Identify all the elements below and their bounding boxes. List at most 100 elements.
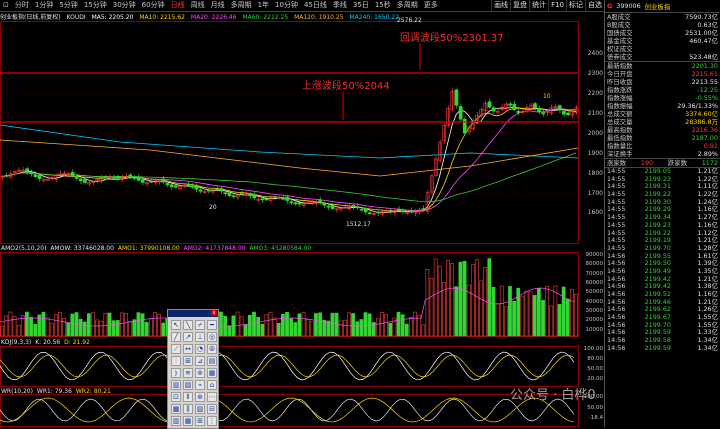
drawing-toolbox[interactable]: x ↖ ╲ ⌿ ━ ╱ ↗ ⊥ ◎ ⟋ ↔ ◔ ⦾ ⫶ ⊞ ⊿ ▤ ⦆ ≋ ⊚ ▦ ▥ ▧ ⌁ ⌂ ⊡ ⫴ ⊛ ⋯ ▩ ⫼ ▨ ⊟ ▥ ▦ ⊞ ⋮	[167, 309, 219, 429]
draw-tool-button[interactable]: ⌿	[195, 320, 205, 330]
candle-body	[116, 175, 120, 179]
volume-bar	[153, 312, 157, 337]
quote-row: 基金成交 460.47亿	[607, 37, 718, 45]
price-tick: 1800	[587, 170, 603, 177]
draw-tool-button[interactable]: ⋯	[207, 392, 217, 402]
quote-row: 指数涨跌 -12.25	[607, 86, 718, 94]
candle-body	[400, 210, 405, 212]
volume-bar	[285, 312, 289, 337]
volume-bar	[495, 303, 500, 337]
quote-row: 最低指数 2187.00	[607, 134, 718, 142]
candle-body	[190, 185, 195, 188]
volume-bar	[243, 324, 248, 337]
draw-tool-button[interactable]: ⌁	[195, 380, 205, 390]
tick-list[interactable]: 14:55 2199.05 1.21亿 14:55 2199.23 1.22亿 14:55 2…	[605, 167, 720, 353]
volume-bar	[248, 314, 252, 337]
price-tick: 1600	[587, 209, 603, 216]
quote-panel: G 399006 创业板指 A股成交 7590.73亿 B股成交 0.63亿 国债成交 2…	[604, 0, 720, 427]
draw-tool-button[interactable]: ▩	[171, 404, 181, 414]
axis-tick: 50.00	[587, 404, 603, 411]
draw-tool-button[interactable]: ▦	[207, 368, 217, 378]
draw-tool-button[interactable]: ⟋	[171, 344, 181, 354]
quote-row: 指数涨幅 -0.55%	[607, 94, 718, 102]
candle-body	[272, 196, 277, 198]
price-axis: 2400 2300 2200 2100 2000 1900 1800 1700 1600	[581, 12, 603, 244]
advance-decline-row: 涨家数 190 跌家数 1172	[607, 159, 718, 167]
volume-bar	[264, 314, 269, 337]
volume-bar	[400, 314, 405, 337]
volume-bar	[136, 312, 141, 337]
draw-tool-button[interactable]: ╱	[171, 332, 181, 342]
candle-body	[37, 174, 42, 180]
volume-bar	[281, 313, 285, 337]
draw-tool-button[interactable]: ▧	[183, 380, 193, 390]
wr2-line	[0, 397, 574, 423]
draw-tool-button[interactable]: ━	[207, 320, 217, 330]
draw-tool-button[interactable]: ◔	[195, 344, 205, 354]
volume-bar	[487, 258, 492, 337]
draw-tool-button[interactable]: ↔	[183, 344, 193, 354]
draw-tool-button[interactable]: ⋮	[207, 416, 217, 426]
candle-body	[231, 195, 236, 198]
low-price-label: 1512.17	[346, 221, 371, 228]
volume-bar	[380, 312, 384, 337]
draw-tool-button[interactable]: ▥	[171, 380, 181, 390]
candle-body	[239, 193, 244, 195]
draw-tool-button[interactable]: ⊡	[171, 392, 181, 402]
quote-row: 总成交额 3374.60亿	[607, 110, 718, 118]
volume-bar	[499, 285, 504, 337]
draw-tool-button[interactable]: ▦	[183, 416, 193, 426]
draw-tool-button[interactable]: ╲	[183, 320, 193, 330]
draw-tool-button[interactable]: ⊞	[183, 356, 193, 366]
quote-row: 最高指数 2216.36	[607, 126, 718, 134]
volume-bar	[219, 311, 223, 337]
draw-tool-button[interactable]: ⊞	[195, 416, 205, 426]
draw-tool-button[interactable]: ⫼	[183, 404, 193, 414]
draw-tool-button[interactable]: ↖	[171, 320, 181, 330]
volume-bar	[318, 312, 322, 337]
volume-bar	[470, 264, 475, 337]
draw-tool-button[interactable]: ◎	[207, 332, 217, 342]
kline-chart-canvas[interactable]	[0, 0, 604, 427]
volume-bar	[458, 261, 463, 337]
volume-bar	[132, 319, 137, 337]
axis-tick: 50000	[585, 289, 604, 296]
draw-tool-button[interactable]: ⦾	[207, 344, 217, 354]
draw-tool-button[interactable]: ⊛	[195, 392, 205, 402]
draw-tool-button[interactable]: ⊚	[195, 368, 205, 378]
volume-bar	[537, 288, 541, 337]
draw-tool-button[interactable]: ⌂	[207, 380, 217, 390]
volume-bar	[425, 269, 430, 337]
volume-bar	[446, 259, 450, 337]
candle-body	[289, 201, 294, 203]
volume-bar	[330, 312, 335, 337]
rally-annotation: 上涨波段50%2044	[302, 81, 390, 92]
candle-body	[326, 205, 331, 208]
volume-bar	[272, 317, 277, 337]
candle-body	[103, 176, 108, 178]
candle-body	[388, 209, 393, 212]
draw-tool-button[interactable]: ⊥	[195, 332, 205, 342]
draw-tool-button[interactable]: ⊿	[195, 356, 205, 366]
volume-bar	[235, 311, 240, 337]
volume-bar	[409, 317, 413, 337]
draw-tool-button[interactable]: ↗	[183, 332, 193, 342]
draw-tool-button[interactable]: ⫴	[183, 392, 193, 402]
volume-bar	[342, 319, 347, 337]
draw-tool-button[interactable]: ▤	[207, 356, 217, 366]
draw-tool-button[interactable]: ⦆	[171, 368, 181, 378]
volume-bar	[227, 325, 232, 337]
draw-tool-button[interactable]: ⫶	[171, 356, 181, 366]
candle-body	[169, 184, 174, 188]
volume-bar	[553, 285, 558, 337]
draw-tool-button[interactable]: ⊟	[207, 404, 217, 414]
volume-bar	[528, 291, 533, 337]
draw-tool-button[interactable]: ≋	[183, 368, 193, 378]
toolbox-close-icon[interactable]: x	[211, 310, 217, 316]
draw-tool-button[interactable]: ▥	[171, 416, 181, 426]
draw-tool-button[interactable]: ▨	[195, 404, 205, 414]
index-code: 399006	[616, 2, 641, 10]
volume-bar	[375, 318, 380, 337]
candle-body	[487, 101, 492, 108]
candle-body	[111, 177, 116, 179]
